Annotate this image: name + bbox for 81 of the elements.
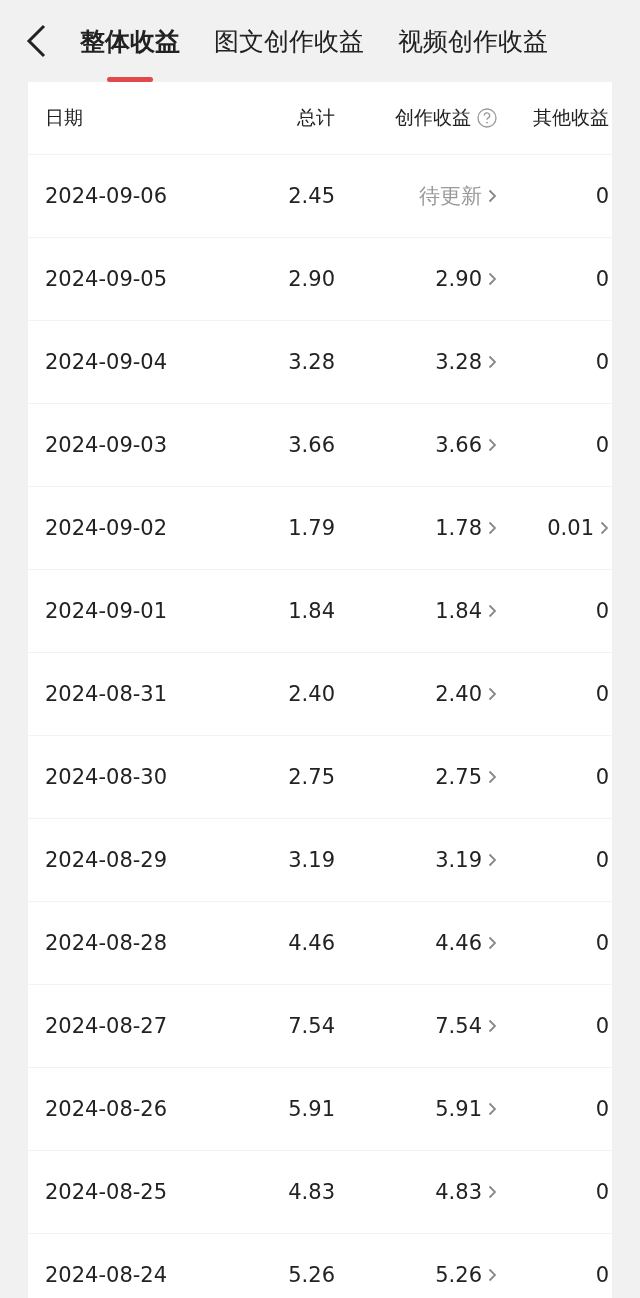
total-cell: 2.40 — [288, 682, 335, 706]
date-cell: 2024-09-03 — [45, 433, 168, 457]
total-cell: 3.66 — [288, 433, 335, 457]
amount-cell: 0 — [595, 267, 609, 291]
total-cell: 3.28 — [288, 350, 335, 374]
amount-cell: 5.91 — [435, 1097, 482, 1121]
amount-cell: 3.19 — [435, 848, 482, 872]
chevron-icon[interactable] — [488, 521, 497, 535]
amount-cell: 0 — [595, 599, 609, 623]
chevron-icon[interactable] — [488, 438, 497, 452]
amount-cell: 2.75 — [435, 765, 482, 789]
help-icon[interactable] — [477, 108, 497, 128]
column-header: 总计 — [297, 106, 335, 128]
date-cell: 2024-08-26 — [45, 1097, 168, 1121]
column-header: 创作收益 — [395, 105, 471, 130]
total-cell: 2.90 — [288, 267, 335, 291]
amount-cell: 0 — [595, 350, 609, 374]
amount-cell: 1.84 — [435, 599, 482, 623]
date-cell: 2024-09-06 — [45, 184, 168, 208]
total-cell: 4.46 — [288, 931, 335, 955]
chevron-icon[interactable] — [488, 189, 497, 203]
chevron-icon[interactable] — [488, 1102, 497, 1116]
chevron-icon[interactable] — [488, 604, 497, 618]
amount-cell: 2.40 — [435, 682, 482, 706]
amount-cell: 3.28 — [435, 350, 482, 374]
amount-cell: 7.54 — [435, 1014, 482, 1038]
date-cell: 2024-08-29 — [45, 848, 168, 872]
total-cell: 1.79 — [288, 516, 335, 540]
column-header: 其他收益 — [533, 105, 609, 130]
chevron-icon[interactable] — [488, 853, 497, 867]
amount-cell: 0 — [595, 1097, 609, 1121]
total-cell: 1.84 — [288, 599, 335, 623]
amount-cell: 0.01 — [547, 516, 594, 540]
back-icon[interactable] — [24, 23, 48, 59]
amount-cell: 2.90 — [435, 267, 482, 291]
amount-cell: 0 — [595, 765, 609, 789]
chevron-icon[interactable] — [488, 1185, 497, 1199]
chevron-icon[interactable] — [488, 1268, 497, 1282]
tab[interactable]: 视频创作收益 — [398, 0, 548, 82]
tab[interactable]: 整体收益 — [80, 0, 180, 82]
amount-cell: 5.26 — [435, 1263, 482, 1287]
total-cell: 2.75 — [288, 765, 335, 789]
amount-cell: 3.66 — [435, 433, 482, 457]
date-cell: 2024-08-25 — [45, 1180, 168, 1204]
total-cell: 5.91 — [288, 1097, 335, 1121]
amount-cell: 0 — [595, 848, 609, 872]
amount-cell: 0 — [595, 1014, 609, 1038]
tab[interactable]: 图文创作收益 — [214, 0, 364, 82]
date-cell: 2024-09-02 — [45, 516, 168, 540]
date-cell: 2024-08-27 — [45, 1014, 168, 1038]
date-cell: 2024-08-28 — [45, 931, 168, 955]
chevron-icon[interactable] — [600, 521, 609, 535]
amount-cell: 0 — [595, 1263, 609, 1287]
date-cell: 2024-08-31 — [45, 682, 168, 706]
total-cell: 3.19 — [288, 848, 335, 872]
amount-cell: 0 — [595, 184, 609, 208]
date-cell: 2024-09-01 — [45, 599, 168, 623]
chevron-icon[interactable] — [488, 770, 497, 784]
pending-status: 待更新 — [419, 183, 482, 210]
chevron-icon[interactable] — [488, 1019, 497, 1033]
total-cell: 4.83 — [288, 1180, 335, 1204]
amount-cell: 0 — [595, 931, 609, 955]
active-tab-indicator — [107, 77, 153, 82]
date-cell: 2024-08-24 — [45, 1263, 168, 1287]
total-cell: 7.54 — [288, 1014, 335, 1038]
total-cell: 5.26 — [288, 1263, 335, 1287]
amount-cell: 0 — [595, 433, 609, 457]
column-header: 日期 — [45, 106, 83, 128]
amount-cell: 0 — [595, 682, 609, 706]
chevron-icon[interactable] — [488, 355, 497, 369]
date-cell: 2024-09-05 — [45, 267, 168, 291]
date-cell: 2024-09-04 — [45, 350, 168, 374]
amount-cell: 4.46 — [435, 931, 482, 955]
chevron-icon[interactable] — [488, 272, 497, 286]
total-cell: 2.45 — [288, 184, 335, 208]
chevron-icon[interactable] — [488, 687, 497, 701]
date-cell: 2024-08-30 — [45, 765, 168, 789]
chevron-icon[interactable] — [488, 936, 497, 950]
amount-cell: 1.78 — [435, 516, 482, 540]
amount-cell: 4.83 — [435, 1180, 482, 1204]
amount-cell: 0 — [595, 1180, 609, 1204]
